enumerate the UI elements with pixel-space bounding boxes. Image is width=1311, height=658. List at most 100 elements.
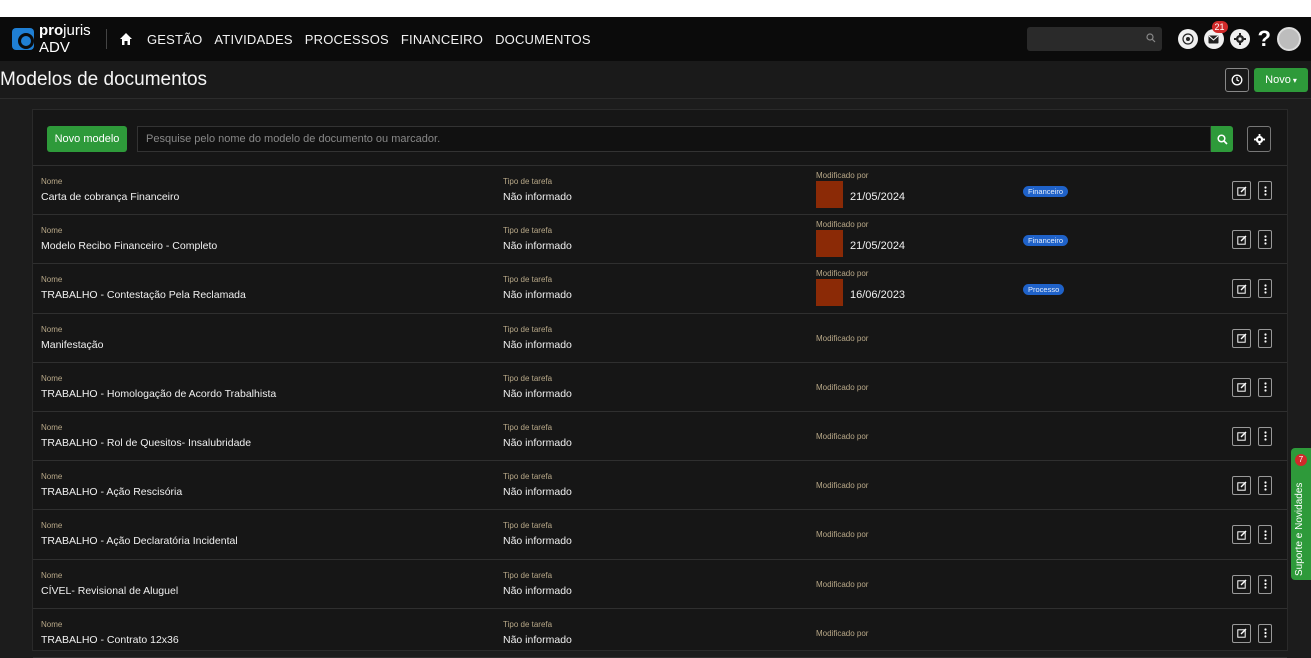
model-name[interactable]: Carta de cobrança Financeiro: [41, 191, 179, 203]
settings-button[interactable]: [1229, 29, 1250, 49]
more-options-button[interactable]: [1258, 525, 1272, 545]
edit-button[interactable]: [1232, 476, 1251, 496]
more-options-button[interactable]: [1258, 476, 1272, 496]
modified-by-label: Modificado por: [816, 382, 869, 392]
name-label: Nome: [41, 422, 63, 432]
model-search-input[interactable]: Pesquise pelo nome do modelo de document…: [137, 126, 1211, 152]
more-options-button[interactable]: [1258, 279, 1272, 299]
model-name[interactable]: TRABALHO - Ação Declaratória Incidental: [41, 535, 238, 547]
more-options-button[interactable]: [1258, 230, 1272, 250]
more-options-button[interactable]: [1258, 574, 1272, 594]
tag-badge[interactable]: Financeiro: [1023, 186, 1069, 197]
global-search-input[interactable]: [1026, 27, 1162, 51]
table-row[interactable]: Nome TRABALHO - Contestação Pela Reclamad…: [33, 264, 1287, 314]
table-row[interactable]: Nome Carta de cobrança Financeiro Tipo de …: [33, 166, 1287, 216]
modified-by-label: Modificado por: [816, 269, 869, 279]
new-model-button[interactable]: Novo modelo: [47, 126, 127, 152]
menu-gestao[interactable]: GESTÃO: [147, 32, 202, 47]
edit-icon: [1236, 333, 1246, 343]
tag-badge[interactable]: Processo: [1023, 284, 1065, 296]
model-name[interactable]: TRABALHO - Homologação de Acordo Trabalh…: [41, 388, 276, 400]
table-row[interactable]: Nome Modelo Recibo Financeiro - Completo T…: [33, 215, 1287, 265]
edit-icon: [1236, 530, 1246, 540]
target-icon: [1181, 33, 1194, 45]
logo-sub: ADV: [39, 39, 70, 56]
model-name[interactable]: TRABALHO - Contrato 12x36: [41, 634, 179, 646]
nav-separator: [106, 29, 107, 49]
table-row[interactable]: Nome TRABALHO - Ação Rescisória Tipo de ta…: [33, 461, 1287, 511]
modified-date: 21/05/2024: [850, 240, 906, 253]
task-type-label: Tipo de tarefa: [503, 422, 553, 432]
task-type-value: Não informado: [503, 633, 572, 646]
edit-button[interactable]: [1232, 230, 1251, 250]
edit-button[interactable]: [1232, 377, 1251, 397]
model-name[interactable]: CÍVEL- Revisional de Aluguel: [41, 585, 178, 597]
edit-button[interactable]: [1232, 623, 1251, 643]
edit-button[interactable]: [1232, 574, 1251, 594]
edit-button[interactable]: [1232, 279, 1251, 299]
more-options-button[interactable]: [1258, 328, 1272, 348]
logo-rest: juris: [63, 22, 91, 39]
table-row[interactable]: Nome TRABALHO - Rol de Quesitos- Insalubr…: [33, 412, 1287, 462]
more-options-button[interactable]: [1258, 426, 1272, 446]
task-type-value: Não informado: [503, 338, 572, 351]
model-name[interactable]: Manifestação: [41, 339, 103, 351]
help-button[interactable]: ?: [1258, 26, 1271, 52]
history-button[interactable]: [1225, 68, 1249, 92]
modified-by-label: Modificado por: [816, 530, 869, 540]
search-icon: [1145, 33, 1155, 43]
new-button-label: Novo: [1265, 74, 1291, 86]
edit-icon: [1236, 481, 1246, 491]
logo[interactable]: projuris ADV: [12, 23, 104, 55]
search-submit-button[interactable]: [1211, 126, 1233, 152]
task-type-value: Não informado: [503, 436, 572, 449]
menu-atividades[interactable]: ATIVIDADES: [214, 32, 292, 47]
menu-documentos[interactable]: DOCUMENTOS: [495, 32, 591, 47]
task-type-label: Tipo de tarefa: [503, 570, 553, 580]
apps-button[interactable]: [1177, 29, 1198, 49]
kebab-icon: [1263, 382, 1267, 392]
home-icon[interactable]: [119, 32, 133, 46]
notifications-button[interactable]: 21: [1203, 21, 1228, 49]
page-title: Modelos de documentos: [0, 69, 208, 90]
more-options-button[interactable]: [1258, 181, 1272, 200]
table-row[interactable]: Nome TRABALHO - Contrato 12x36 Tipo de tar…: [33, 609, 1287, 658]
name-label: Nome: [41, 619, 63, 629]
edit-button[interactable]: [1232, 426, 1251, 446]
more-options-button[interactable]: [1258, 377, 1272, 397]
task-type-value: Não informado: [503, 535, 572, 548]
edit-icon: [1236, 186, 1246, 196]
task-type-label: Tipo de tarefa: [503, 373, 553, 383]
edit-icon: [1236, 628, 1246, 638]
menu-financeiro[interactable]: FINANCEIRO: [401, 32, 483, 47]
model-name[interactable]: TRABALHO - Contestação Pela Reclamada: [41, 289, 246, 301]
support-tab[interactable]: 7 Suporte e Novidades: [1291, 448, 1311, 580]
edit-button[interactable]: [1232, 525, 1251, 545]
modifier-avatar: [816, 279, 843, 307]
mail-icon: [1208, 35, 1219, 43]
model-name[interactable]: TRABALHO - Rol de Quesitos- Insalubridad…: [41, 437, 251, 449]
caret-down-icon: ▾: [1292, 75, 1297, 85]
avatar[interactable]: [1277, 27, 1301, 51]
task-type-value: Não informado: [503, 240, 572, 253]
modified-date: 16/06/2023: [850, 289, 906, 302]
task-type-label: Tipo de tarefa: [503, 324, 553, 334]
tag-badge[interactable]: Financeiro: [1023, 235, 1069, 247]
menu-processos[interactable]: PROCESSOS: [305, 32, 389, 47]
new-dropdown-button[interactable]: Novo ▾: [1254, 68, 1308, 92]
edit-button[interactable]: [1232, 328, 1251, 348]
modified-by-label: Modificado por: [816, 628, 869, 638]
modified-by-label: Modificado por: [816, 579, 869, 589]
table-row[interactable]: Nome Manifestação Tipo de tarefa Não inform…: [33, 314, 1287, 363]
more-options-button[interactable]: [1258, 623, 1272, 643]
edit-icon: [1236, 382, 1246, 392]
kebab-icon: [1263, 628, 1267, 638]
edit-button[interactable]: [1232, 181, 1251, 200]
table-row[interactable]: Nome CÍVEL- Revisional de Aluguel Tipo de …: [33, 560, 1287, 609]
model-name[interactable]: TRABALHO - Ação Rescisória: [41, 486, 182, 498]
name-label: Nome: [41, 275, 63, 285]
table-row[interactable]: Nome TRABALHO - Homologação de Acordo Tra…: [33, 363, 1287, 412]
list-settings-button[interactable]: [1247, 126, 1271, 152]
model-name[interactable]: Modelo Recibo Financeiro - Completo: [41, 240, 217, 252]
table-row[interactable]: Nome TRABALHO - Ação Declaratória Inciden…: [33, 510, 1287, 560]
